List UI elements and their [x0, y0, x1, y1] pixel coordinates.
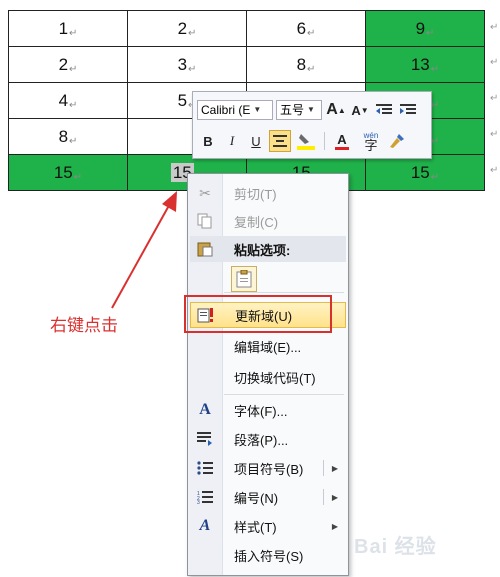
- annotation-label: 右键点击: [50, 316, 118, 335]
- watermark-logo: Bai 经验: [354, 536, 437, 558]
- annotation-arrow: [111, 191, 177, 309]
